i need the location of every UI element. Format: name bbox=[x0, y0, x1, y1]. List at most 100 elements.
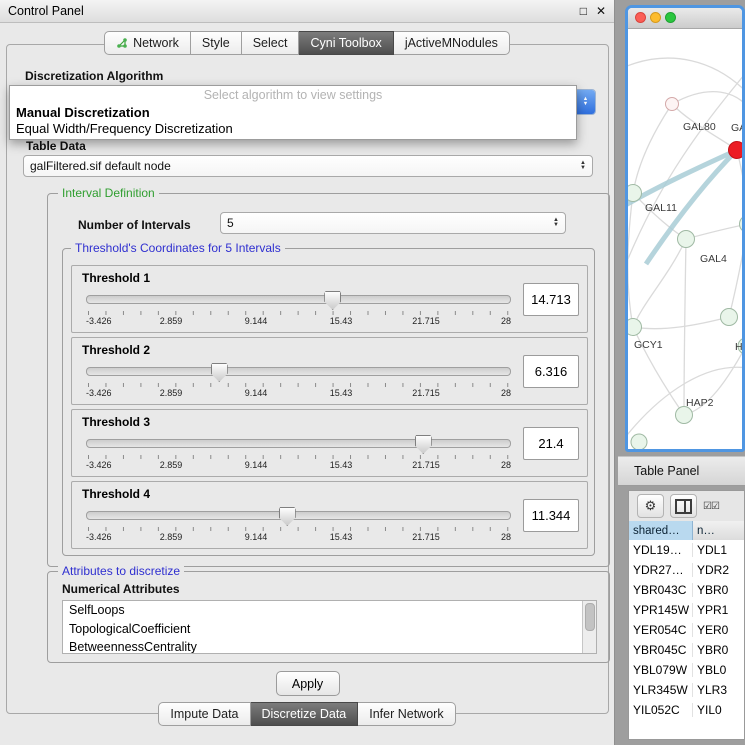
window-controls: □ ✕ bbox=[580, 0, 606, 22]
node-label-ga-partial: GA bbox=[731, 122, 742, 134]
minimize-traffic-light[interactable] bbox=[650, 12, 661, 23]
tab-style[interactable]: Style bbox=[191, 31, 242, 55]
network-view-window: GAL80 GA GAL11 GAL4 GCY1 H HAP2 bbox=[625, 5, 745, 452]
node-gal4[interactable] bbox=[678, 231, 695, 248]
table-settings-button[interactable]: ⚙ bbox=[637, 494, 664, 518]
slider-tick-labels: -3.426 2.859 9.144 15.43 21.715 28 bbox=[86, 532, 511, 543]
scrollbar-thumb[interactable] bbox=[585, 603, 595, 631]
dropdown-placeholder: Select algorithm to view settings bbox=[10, 86, 576, 105]
interval-definition-title: Interval Definition bbox=[58, 186, 159, 200]
slider-tick-labels: -3.426 2.859 9.144 15.43 21.715 28 bbox=[86, 388, 511, 399]
tab-impute-data[interactable]: Impute Data bbox=[158, 702, 250, 726]
table-window: ⚙ ☑☑ shared… n… YDL19…YDL1 YDR27…YDR2 YB… bbox=[628, 490, 745, 740]
node-hap2[interactable] bbox=[676, 407, 693, 424]
tick-label: 21.715 bbox=[412, 460, 440, 470]
threshold-1-slider: -3.426 2.859 9.144 15.43 21.715 28 bbox=[86, 290, 511, 330]
tick-label: 9.144 bbox=[245, 460, 268, 470]
attributes-scrollbar[interactable] bbox=[582, 601, 596, 653]
threshold-3-label: Threshold 3 bbox=[82, 415, 150, 429]
stepper-down-icon: ▼ bbox=[553, 223, 559, 228]
table-row[interactable]: YPR145WYPR1 bbox=[629, 600, 744, 620]
tick-label: -3.426 bbox=[86, 460, 112, 470]
slider-thumb[interactable] bbox=[415, 435, 432, 454]
node-right-mid[interactable] bbox=[721, 309, 738, 326]
tick-label: 21.715 bbox=[412, 316, 440, 326]
tab-select[interactable]: Select bbox=[242, 31, 300, 55]
show-columns-button[interactable] bbox=[670, 494, 697, 518]
node-label-gcy1: GCY1 bbox=[634, 339, 663, 351]
threshold-4-value-field[interactable]: 11.344 bbox=[523, 499, 579, 532]
slider-track[interactable] bbox=[86, 295, 511, 304]
table-row[interactable]: YER054CYER0 bbox=[629, 620, 744, 640]
tab-infer-network[interactable]: Infer Network bbox=[358, 702, 455, 726]
node-bottom-left[interactable] bbox=[631, 434, 647, 450]
stepper-down-icon: ▼ bbox=[583, 102, 588, 107]
threshold-3-value-field[interactable]: 21.4 bbox=[523, 427, 579, 460]
tick-label: 9.144 bbox=[245, 532, 268, 542]
cell: YLR345W bbox=[629, 683, 693, 697]
table-row[interactable]: YDR27…YDR2 bbox=[629, 560, 744, 580]
table-row[interactable]: YDL19…YDL1 bbox=[629, 540, 744, 560]
attributes-list: SelfLoops TopologicalCoefficient Between… bbox=[62, 600, 597, 654]
float-window-icon[interactable]: □ bbox=[580, 4, 587, 18]
tick-label: -3.426 bbox=[86, 532, 112, 542]
slider-track[interactable] bbox=[86, 367, 511, 376]
number-of-intervals-select[interactable]: 5 ▲ ▼ bbox=[220, 212, 566, 234]
dropdown-option-manual-discretization[interactable]: Manual Discretization bbox=[10, 105, 576, 121]
list-item-betweennesscentrality[interactable]: BetweennessCentrality bbox=[63, 638, 596, 654]
cell: YBR0 bbox=[693, 583, 744, 597]
thresholds-group: Threshold's Coordinates for 5 Intervals … bbox=[62, 248, 595, 556]
threshold-1-label: Threshold 1 bbox=[82, 271, 150, 285]
slider-thumb[interactable] bbox=[211, 363, 228, 382]
slider-track[interactable] bbox=[86, 511, 511, 520]
node-label-gal11: GAL11 bbox=[645, 202, 677, 214]
node-small-pink[interactable] bbox=[666, 98, 679, 111]
tab-cyni-toolbox[interactable]: Cyni Toolbox bbox=[299, 31, 393, 55]
slider-thumb[interactable] bbox=[324, 291, 341, 310]
node-gal11[interactable] bbox=[628, 185, 642, 202]
tab-network[interactable]: Network bbox=[104, 31, 191, 55]
zoom-traffic-light[interactable] bbox=[665, 12, 676, 23]
table-body: YDL19…YDL1 YDR27…YDR2 YBR043CYBR0 YPR145… bbox=[629, 540, 744, 739]
threshold-2-panel: Threshold 2 -3.426 2.859 9.144 15.43 21.… bbox=[71, 337, 588, 405]
slider-thumb[interactable] bbox=[279, 507, 296, 526]
numerical-attributes-label: Numerical Attributes bbox=[62, 582, 180, 596]
tick-label: 15.43 bbox=[330, 532, 353, 542]
list-item-selfloops[interactable]: SelfLoops bbox=[63, 601, 596, 620]
node-label-gal80: GAL80 bbox=[683, 121, 716, 133]
table-row[interactable]: YBR045CYBR0 bbox=[629, 640, 744, 660]
stepper-icon: ▲ ▼ bbox=[549, 218, 559, 228]
control-panel-titlebar: Control Panel □ ✕ bbox=[0, 0, 614, 23]
tab-discretize-data[interactable]: Discretize Data bbox=[251, 702, 359, 726]
close-traffic-light[interactable] bbox=[635, 12, 646, 23]
table-data-select[interactable]: galFiltered.sif default node ▲ ▼ bbox=[23, 155, 593, 177]
list-item-topologicalcoefficient[interactable]: TopologicalCoefficient bbox=[63, 620, 596, 639]
close-window-icon[interactable]: ✕ bbox=[596, 4, 606, 18]
slider-track[interactable] bbox=[86, 439, 511, 448]
table-row[interactable]: YLR345WYLR3 bbox=[629, 680, 744, 700]
tick-label: 15.43 bbox=[330, 388, 353, 398]
network-edges bbox=[628, 58, 742, 444]
column-header-shared-name[interactable]: shared… bbox=[629, 521, 693, 540]
table-row[interactable]: YIL052CYIL0 bbox=[629, 700, 744, 720]
node-gcy1[interactable] bbox=[628, 319, 642, 336]
dropdown-option-equal-width[interactable]: Equal Width/Frequency Discretization bbox=[10, 121, 576, 137]
threshold-2-label: Threshold 2 bbox=[82, 343, 150, 357]
apply-button[interactable]: Apply bbox=[276, 671, 340, 696]
tab-jactivemnodules[interactable]: jActiveMNodules bbox=[394, 31, 510, 55]
slider-tickmarks bbox=[88, 311, 509, 315]
threshold-2-value-field[interactable]: 6.316 bbox=[523, 355, 579, 388]
table-row[interactable]: YBL079WYBL0 bbox=[629, 660, 744, 680]
interval-definition-group: Interval Definition Number of Intervals … bbox=[47, 193, 610, 567]
network-window-titlebar bbox=[628, 8, 742, 29]
node-label-hap2: HAP2 bbox=[686, 397, 714, 409]
cell: YBR045C bbox=[629, 643, 693, 657]
network-canvas[interactable]: GAL80 GA GAL11 GAL4 GCY1 H HAP2 bbox=[628, 29, 742, 450]
select-columns-icon[interactable]: ☑☑ bbox=[703, 501, 719, 512]
table-row[interactable]: YBR043CYBR0 bbox=[629, 580, 744, 600]
column-header-name[interactable]: n… bbox=[693, 521, 744, 540]
algorithm-dropdown-popup: Select algorithm to view settings Manual… bbox=[9, 85, 577, 140]
node-selected-red[interactable] bbox=[729, 142, 743, 159]
node-edge-right[interactable] bbox=[740, 216, 743, 233]
threshold-1-value-field[interactable]: 14.713 bbox=[523, 283, 579, 316]
